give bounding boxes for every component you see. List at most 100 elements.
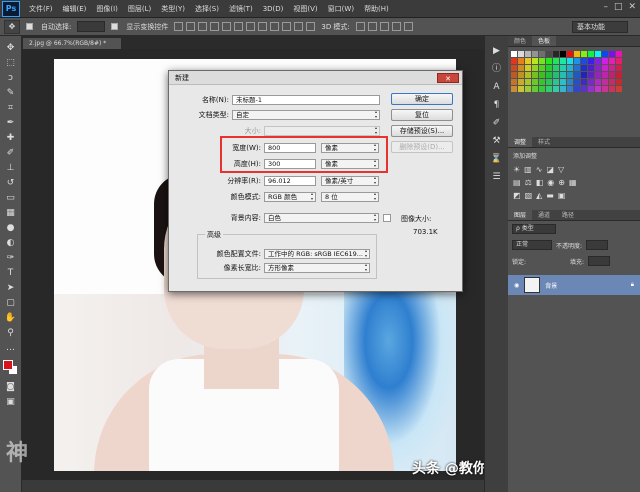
auto-select-checkbox[interactable] <box>26 23 33 30</box>
levels-icon[interactable]: ▥ <box>524 165 532 174</box>
properties-icon[interactable]: ☰ <box>489 170 505 184</box>
swatch-cell[interactable] <box>553 79 560 86</box>
document-tab[interactable]: 2.jpg @ 66.7%(RGB/8#) * <box>22 37 122 49</box>
screen-mode-icon[interactable]: ▣ <box>3 396 19 409</box>
swatch-cell[interactable] <box>518 58 525 65</box>
swatch-cell[interactable] <box>567 65 574 72</box>
swatch-cell[interactable] <box>616 58 623 65</box>
tab-styles[interactable]: 样式 <box>532 137 556 147</box>
move-tool-icon[interactable]: ✥ <box>3 42 19 55</box>
swatch-cell[interactable] <box>546 79 553 86</box>
pen-tool-icon[interactable]: ✑ <box>3 252 19 265</box>
swatch-cell[interactable] <box>553 86 560 93</box>
swatch-cell[interactable] <box>553 51 560 58</box>
color-swatches[interactable] <box>2 359 20 377</box>
paragraph-icon[interactable]: ¶ <box>489 98 505 112</box>
align-top-icon[interactable] <box>174 22 184 31</box>
swatch-cell[interactable] <box>525 72 532 79</box>
swatch-cell[interactable] <box>560 58 567 65</box>
swatch-cell[interactable] <box>609 65 616 72</box>
eyedropper-tool-icon[interactable]: ✒ <box>3 117 19 130</box>
swatch-cell[interactable] <box>525 65 532 72</box>
color-mode-select[interactable]: RGB 颜色 <box>264 192 316 202</box>
close-icon[interactable]: ✕ <box>628 2 636 12</box>
swatch-cell[interactable] <box>574 58 581 65</box>
threshold-icon[interactable]: ◭ <box>536 191 542 200</box>
photo-filter-icon[interactable]: ◉ <box>547 178 554 187</box>
lasso-tool-icon[interactable]: ↄ <box>3 72 19 85</box>
swatch-cell[interactable] <box>560 86 567 93</box>
swatch-cell[interactable] <box>616 86 623 93</box>
swatch-cell[interactable] <box>602 58 609 65</box>
swatch-cell[interactable] <box>539 58 546 65</box>
swatch-cell[interactable] <box>518 86 525 93</box>
history-icon[interactable]: ⌛ <box>489 152 505 166</box>
swatch-cell[interactable] <box>539 72 546 79</box>
swatch-cell[interactable] <box>574 72 581 79</box>
align-middle-icon[interactable] <box>186 22 196 31</box>
history-brush-tool-icon[interactable]: ↺ <box>3 177 19 190</box>
channel-mixer-icon[interactable]: ⊕ <box>558 178 565 187</box>
swatch-cell[interactable] <box>511 65 518 72</box>
swatch-cell[interactable] <box>581 51 588 58</box>
layer-filter-select[interactable]: ρ 类型 <box>512 224 556 234</box>
delete-preset-button[interactable]: 删除预设(D)... <box>391 141 453 153</box>
swatch-cell[interactable] <box>525 86 532 93</box>
swatch-cell[interactable] <box>560 65 567 72</box>
distribute-middle-icon[interactable] <box>258 22 268 31</box>
swatch-cell[interactable] <box>511 58 518 65</box>
crop-tool-icon[interactable]: ⌗ <box>3 102 19 115</box>
swatch-cell[interactable] <box>518 65 525 72</box>
swatch-cell[interactable] <box>609 58 616 65</box>
character-icon[interactable]: A <box>489 80 505 94</box>
swatch-cell[interactable] <box>518 51 525 58</box>
swatch-cell[interactable] <box>560 51 567 58</box>
swatch-cell[interactable] <box>525 51 532 58</box>
swatch-cell[interactable] <box>546 86 553 93</box>
swatch-cell[interactable] <box>602 51 609 58</box>
menu-window[interactable]: 窗口(W) <box>323 4 359 14</box>
minimize-icon[interactable]: – <box>603 2 608 12</box>
tool-presets-icon[interactable]: ⚒ <box>489 134 505 148</box>
tab-adjustments[interactable]: 调整 <box>508 137 533 147</box>
swatch-cell[interactable] <box>581 72 588 79</box>
zoom-tool-icon[interactable]: ⚲ <box>3 327 19 340</box>
tab-color[interactable]: 颜色 <box>508 36 532 46</box>
gradient-tool-icon[interactable]: ▦ <box>3 207 19 220</box>
swatch-cell[interactable] <box>567 51 574 58</box>
swatch-cell[interactable] <box>609 86 616 93</box>
swatch-cell[interactable] <box>588 79 595 86</box>
menu-view[interactable]: 视图(V) <box>288 4 322 14</box>
size-select[interactable] <box>264 126 380 136</box>
swatch-cell[interactable] <box>574 51 581 58</box>
hand-tool-icon[interactable]: ✋ <box>3 312 19 325</box>
swatch-cell[interactable] <box>616 72 623 79</box>
drag-3d-icon[interactable] <box>379 22 389 31</box>
layer-name[interactable]: 背景 <box>545 281 557 290</box>
preset-select[interactable]: 自定 <box>232 110 380 120</box>
curves-icon[interactable]: ∿ <box>536 165 543 174</box>
menu-help[interactable]: 帮助(H) <box>359 4 394 14</box>
swatch-cell[interactable] <box>588 65 595 72</box>
menu-type[interactable]: 类型(Y) <box>156 4 190 14</box>
menu-file[interactable]: 文件(F) <box>24 4 58 14</box>
swatch-cell[interactable] <box>511 72 518 79</box>
swatch-cell[interactable] <box>532 79 539 86</box>
blur-tool-icon[interactable]: ● <box>3 222 19 235</box>
swatch-cell[interactable] <box>525 79 532 86</box>
advanced-label[interactable]: 高级 <box>205 230 223 240</box>
name-input[interactable]: 未标题-1 <box>232 95 380 105</box>
swatch-cell[interactable] <box>616 79 623 86</box>
swatch-cell[interactable] <box>581 79 588 86</box>
tab-paths[interactable]: 路径 <box>556 210 580 220</box>
swatch-cell[interactable] <box>609 72 616 79</box>
swatch-cell[interactable] <box>567 79 574 86</box>
menu-image[interactable]: 图像(I) <box>91 4 123 14</box>
marquee-tool-icon[interactable]: ⬚ <box>3 57 19 70</box>
swatch-cell[interactable] <box>560 79 567 86</box>
swatch-cell[interactable] <box>532 65 539 72</box>
eraser-tool-icon[interactable]: ▭ <box>3 192 19 205</box>
swatch-cell[interactable] <box>546 51 553 58</box>
swatch-cell[interactable] <box>609 79 616 86</box>
gradient-map-icon[interactable]: ▬ <box>546 191 554 200</box>
